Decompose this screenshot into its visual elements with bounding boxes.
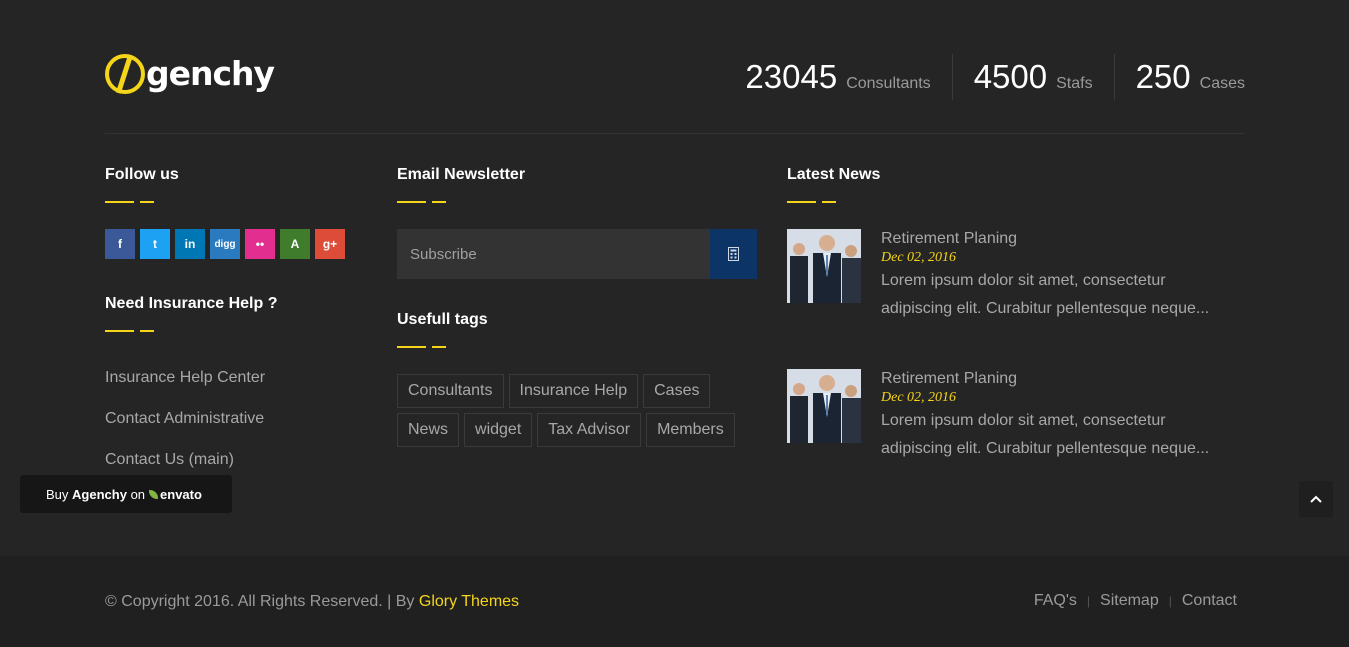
tag-item[interactable]: Cases (643, 374, 711, 408)
footer-link-sitemap[interactable]: Sitemap (1100, 591, 1159, 611)
news-item-title[interactable]: Retirement Planing (881, 230, 1017, 247)
tag-cloud: Consultants Insurance Help Cases News wi… (397, 374, 757, 447)
buy-product: Agenchy (72, 486, 127, 502)
people-photo-icon (787, 369, 861, 443)
social-links: f t in digg •• A g+ (105, 229, 365, 259)
title-underline (397, 201, 757, 203)
stat-label: Cases (1199, 75, 1245, 92)
buy-on-envato-button[interactable]: Buy Agenchy on envato (20, 475, 232, 513)
news-item-excerpt: Lorem ipsum dolor sit amet, consectetur … (881, 412, 1210, 457)
stat-value: 250 (1135, 58, 1191, 95)
title-underline (397, 346, 757, 348)
tag-item[interactable]: Members (646, 413, 735, 447)
stat-label: Stafs (1056, 75, 1093, 92)
footer-links: FAQ's | Sitemap | Contact (1034, 591, 1237, 611)
footer-link-contact[interactable]: Contact (1182, 591, 1237, 611)
chevron-up-icon (1310, 495, 1322, 503)
send-icon (728, 247, 739, 261)
help-links: Insurance Help Center Contact Administra… (105, 368, 365, 491)
tag-item[interactable]: Consultants (397, 374, 504, 408)
follow-title: Follow us (105, 166, 179, 183)
title-underline (787, 201, 1245, 203)
footer-bar: © Copyright 2016. All Rights Reserved. |… (0, 556, 1349, 647)
title-underline (105, 330, 365, 332)
copyright: © Copyright 2016. All Rights Reserved. |… (105, 592, 519, 612)
subscribe-input[interactable] (397, 229, 710, 279)
facebook-icon[interactable]: f (105, 229, 135, 259)
tag-item[interactable]: widget (464, 413, 533, 447)
news-item: Retirement Planing Dec 02, 2016 Lorem ip… (787, 229, 1245, 323)
subscribe-button[interactable] (710, 229, 757, 279)
buy-on: on (130, 486, 146, 502)
logo[interactable]: genchy (105, 54, 275, 94)
footer-link-faq[interactable]: FAQ's (1034, 591, 1077, 611)
news-item: Retirement Planing Dec 02, 2016 Lorem ip… (787, 369, 1245, 463)
help-link-admin[interactable]: Contact Administrative (105, 409, 365, 450)
stat-value: 4500 (973, 58, 1048, 95)
news-item-title[interactable]: Retirement Planing (881, 370, 1017, 387)
envato-leaf-icon (149, 489, 159, 499)
news-body: Retirement Planing Dec 02, 2016 Lorem ip… (881, 229, 1225, 323)
news-thumbnail[interactable] (787, 229, 861, 303)
stat-label: Consultants (846, 75, 931, 92)
news-body: Retirement Planing Dec 02, 2016 Lorem ip… (881, 369, 1225, 463)
stat-consultants: 23045 Consultants (745, 54, 951, 100)
title-underline (105, 201, 365, 203)
stat-cases: 250 Cases (1113, 54, 1245, 100)
tags-title: Usefull tags (397, 311, 488, 328)
news-item-date: Dec 02, 2016 (881, 390, 957, 405)
digg-icon[interactable]: digg (210, 229, 240, 259)
twitter-icon[interactable]: t (140, 229, 170, 259)
news-item-excerpt: Lorem ipsum dolor sit amet, consectetur … (881, 272, 1210, 317)
stat-stafs: 4500 Stafs (951, 54, 1114, 100)
footer-separator: | (1168, 594, 1172, 608)
help-link-center[interactable]: Insurance Help Center (105, 368, 365, 409)
buy-prefix: Buy (46, 486, 69, 502)
stats: 23045 Consultants 4500 Stafs 250 Cases (745, 54, 1245, 100)
copyright-text: © Copyright 2016. All Rights Reserved. |… (105, 593, 415, 610)
footer-separator: | (1086, 594, 1091, 608)
linkedin-icon[interactable]: in (175, 229, 205, 259)
news-title: Latest News (787, 166, 881, 183)
flickr-icon[interactable]: •• (245, 229, 275, 259)
news-thumbnail[interactable] (787, 369, 861, 443)
top-bar: genchy 23045 Consultants 4500 Stafs 250 … (105, 50, 1245, 134)
envato-logo: envato (149, 487, 202, 502)
newsletter-column: Email Newsletter Usefull tags Consultant… (397, 166, 757, 447)
follow-column: Follow us f t in digg •• A g+ Need Insur… (105, 166, 365, 491)
vine-icon[interactable]: A (280, 229, 310, 259)
logo-text: genchy (146, 54, 275, 93)
newsletter-title: Email Newsletter (397, 166, 526, 183)
tag-item[interactable]: Insurance Help (508, 374, 639, 408)
subscribe-form (397, 229, 757, 279)
tag-item[interactable]: Tax Advisor (537, 413, 642, 447)
news-item-date: Dec 02, 2016 (881, 250, 957, 265)
tag-item[interactable]: News (397, 413, 460, 447)
logo-mark-icon (105, 54, 145, 94)
back-to-top-button[interactable] (1299, 481, 1333, 517)
google-plus-icon[interactable]: g+ (315, 229, 345, 259)
stat-value: 23045 (745, 58, 838, 95)
news-column: Latest News Retirement Planing Dec 02, 2… (787, 166, 1245, 463)
help-title: Need Insurance Help ? (105, 295, 278, 312)
people-photo-icon (787, 229, 861, 303)
author-link[interactable]: Glory Themes (419, 593, 519, 610)
